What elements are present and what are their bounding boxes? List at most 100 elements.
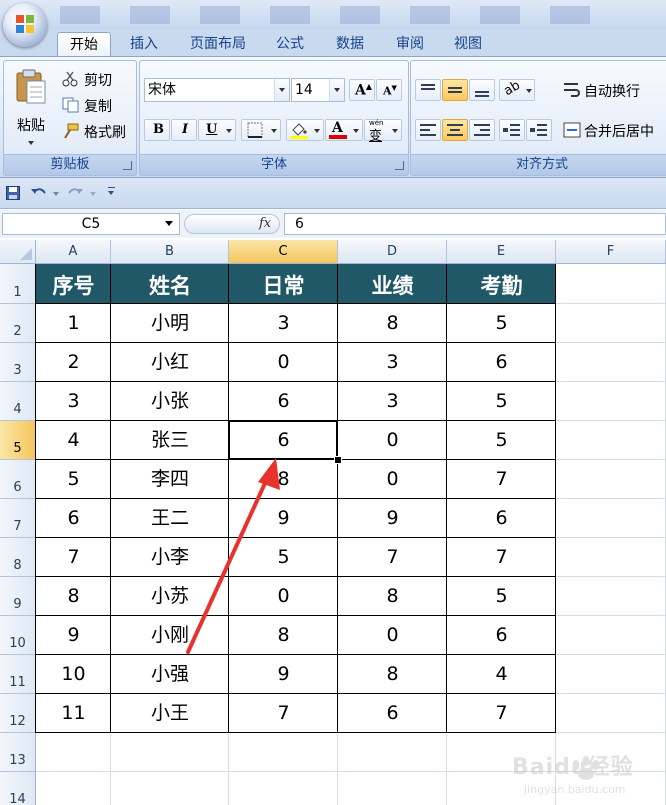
phonetic-char: 变 [369,129,383,144]
brush-icon [64,123,79,139]
decrease-indent-button[interactable] [499,119,525,141]
font-size-dropdown[interactable] [329,79,344,101]
insert-function-icon[interactable]: fx [259,216,271,231]
watermark-url: jingyan.baidu.com [524,783,626,796]
quick-access-toolbar [0,178,666,209]
italic-label: I [182,122,189,137]
name-box[interactable]: C5 [2,213,180,235]
clipboard-group: 粘贴 剪切 复制 格式刷 剪贴板 [3,60,137,176]
chevron-down-icon [353,129,359,133]
align-right-button[interactable] [469,119,495,141]
name-box-dropdown-icon[interactable] [165,221,173,226]
chevron-down-icon [271,129,277,133]
wrap-text-label: 自动换行 [584,84,640,100]
copy-label: 复制 [84,99,112,115]
name-box-value: C5 [81,216,101,232]
paste-button[interactable]: 粘贴 [8,65,54,151]
align-left-button[interactable] [415,119,441,141]
paste-dropdown-icon [28,141,34,145]
tab-home[interactable]: 开始 [57,32,111,57]
border-icon [247,122,263,138]
formula-value: 6 [295,216,304,232]
borders-button[interactable] [241,119,281,141]
bold-button[interactable]: B [144,119,170,141]
worksheet-grid[interactable]: ABCDEF 1 2 3 4 5 6 7 8 9 10 11 12 13 14 序号 姓名 日常 业绩 考勤 1 小明… [0,238,666,805]
underline-button[interactable]: U [198,119,236,141]
redo-icon[interactable] [66,186,84,200]
font-color-icon: A [332,120,343,136]
tab-data[interactable]: 数据 [326,32,374,56]
chevron-down-icon [526,89,532,93]
align-top-button[interactable] [415,79,441,101]
merge-cells-icon [563,122,581,138]
wrap-text-button[interactable]: 自动换行 [561,79,666,101]
ribbon: 粘贴 剪切 复制 格式刷 剪贴板 宋体 14 A▲ A▼ B I U A wén… [0,56,666,178]
fill-color-button[interactable] [286,119,324,141]
font-size-select[interactable]: 14 [291,78,345,102]
ribbon-tab-bar: 开始 插入 页面布局 公式 数据 审阅 视图 [0,30,666,57]
grow-font-button[interactable]: A▲ [349,79,375,101]
merge-center-button[interactable]: 合并后居中 [561,119,666,141]
copy-icon [62,97,79,113]
tab-insert[interactable]: 插入 [120,32,168,56]
clipboard-icon [16,69,46,104]
merge-center-label: 合并后居中 [584,124,654,140]
text-orientation-icon: ab [501,77,523,100]
clipboard-dialog-launcher-icon[interactable] [123,161,132,170]
font-color-swatch [329,135,347,139]
chevron-down-icon [334,88,340,92]
formula-bar: C5 fx 6 [0,210,666,239]
cut-label: 剪切 [84,73,112,89]
clipboard-group-label: 剪贴板 [4,154,136,175]
chevron-down-icon [392,129,398,133]
office-button[interactable] [3,3,47,47]
scissors-icon [62,71,78,87]
format-painter-label: 格式刷 [84,125,126,141]
shrink-font-icon: A▼ [383,83,397,98]
formula-input[interactable]: 6 [284,213,666,235]
tab-page-layout[interactable]: 页面布局 [180,32,256,56]
format-painter-button[interactable]: 格式刷 [62,121,134,141]
shrink-font-button[interactable]: A▼ [376,79,402,101]
tab-view[interactable]: 视图 [444,32,492,56]
cut-button[interactable]: 剪切 [62,69,132,89]
align-center-button[interactable] [442,119,468,141]
title-bar [0,0,666,30]
font-group: 宋体 14 A▲ A▼ B I U A wén 变 字体 [139,60,409,176]
font-size-value: 14 [295,82,313,98]
office-logo-icon [16,15,34,33]
save-icon[interactable] [6,186,20,200]
paste-label: 粘贴 [17,118,45,134]
bold-label: B [153,122,164,137]
customize-qat-icon[interactable] [108,187,116,197]
font-color-button[interactable]: A [325,119,363,141]
redo-dropdown-icon[interactable] [90,192,96,196]
italic-button[interactable]: I [171,119,197,141]
copy-button[interactable]: 复制 [62,95,132,115]
underline-label: U [206,122,218,137]
chevron-down-icon [314,129,320,133]
orientation-button[interactable]: ab [499,77,535,101]
alignment-group-label: 对齐方式 [411,154,666,175]
font-group-label: 字体 [140,154,408,175]
tab-formulas[interactable]: 公式 [266,32,314,56]
phonetic-guide-button[interactable]: wén 变 [364,119,402,144]
font-dialog-launcher-icon[interactable] [395,161,404,170]
align-middle-button[interactable] [442,79,468,101]
chevron-down-icon [279,88,285,92]
alignment-group: ab 自动换行 合并后居中 对齐方式 [410,60,666,176]
font-name-select[interactable]: 宋体 [144,78,290,102]
align-bottom-button[interactable] [469,79,495,101]
annotation-arrow [186,458,280,654]
font-name-value: 宋体 [148,82,176,98]
watermark: Baidu经验 jingyan.baidu.com [510,743,660,801]
increase-indent-button[interactable] [526,119,552,141]
tab-review[interactable]: 审阅 [386,32,434,56]
grow-font-icon: A▲ [355,81,373,99]
undo-icon[interactable] [30,186,48,200]
undo-dropdown-icon[interactable] [53,192,59,196]
font-name-dropdown[interactable] [274,79,289,101]
title-bar-blurred-content [60,6,620,24]
watermark-brand: Baidu经验 [512,755,634,780]
chevron-down-icon [226,129,232,133]
